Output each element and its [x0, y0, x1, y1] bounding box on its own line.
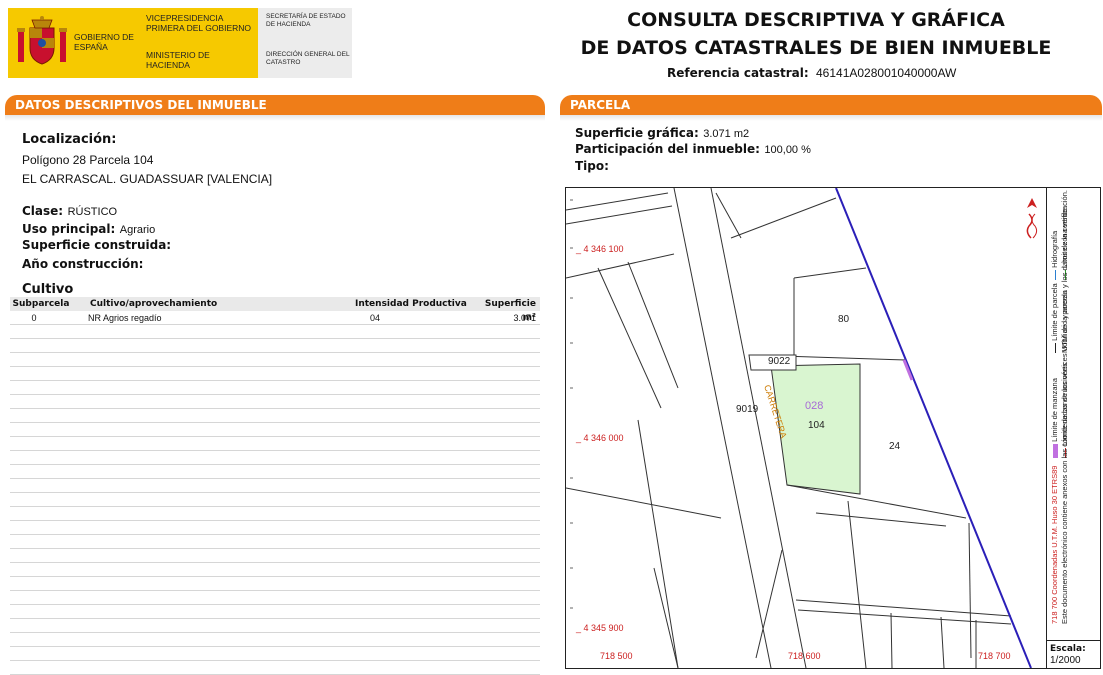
table-empty-row	[10, 437, 540, 451]
ano-construccion-label: Año construcción:	[22, 257, 144, 271]
table-empty-row	[10, 647, 540, 661]
superficie-grafica-value: 3.071 m2	[703, 128, 750, 140]
table-empty-row	[10, 563, 540, 577]
participacion-value: 100,00 %	[764, 144, 811, 156]
table-empty-row	[10, 409, 540, 423]
participacion-field: Participación del inmueble: 100,00 %	[575, 140, 811, 158]
table-header: Subparcela Cultivo/aprovechamiento Inten…	[10, 297, 540, 323]
parcel-label-9022: 9022	[768, 356, 791, 367]
secretaria-label: SECRETARÍA DE ESTADO DE HACIENDA	[266, 13, 346, 28]
localizacion-label: Localización:	[22, 132, 117, 147]
legend-hidrografia: Hidrografía	[1050, 231, 1060, 280]
table-empty-row	[10, 395, 540, 409]
table-empty-row	[10, 521, 540, 535]
table-empty-row	[10, 465, 540, 479]
coord-x-3: 718 700	[978, 651, 1011, 661]
cadastral-map: _ 4 346 100 _ 4 346 000 _ 4 345 900 718 …	[565, 187, 1101, 669]
parcel-label-104: 104	[808, 420, 825, 431]
parcel-label-24: 24	[889, 441, 901, 452]
vicepresidencia-panel: VICEPRESIDENCIA PRIMERA DEL GOBIERNO MIN…	[138, 8, 258, 78]
coat-of-arms-icon	[17, 16, 67, 65]
map-drawing: _ 4 346 100 _ 4 346 000 _ 4 345 900 718 …	[566, 188, 1046, 668]
coord-x-1: 718 500	[600, 651, 633, 661]
table-empty-row	[10, 451, 540, 465]
table-empty-row	[10, 507, 540, 521]
superficie-construida-label: Superficie construida:	[22, 238, 172, 252]
cell-superficie: 3.071	[513, 313, 536, 323]
table-empty-row	[10, 325, 540, 339]
ref-catastral-label: Referencia catastral:	[667, 66, 809, 80]
table-empty-row	[10, 367, 540, 381]
table-row: 0 NR Agrios regadío 04 3.071	[10, 311, 540, 325]
table-empty-row	[10, 577, 540, 591]
gobierno-logo-block: GOBIERNO DE ESPAÑA VICEPRESIDENCIA PRIME…	[8, 8, 352, 78]
title-line-2: DE DATOS CATASTRALES DE BIEN INMUEBLE	[580, 37, 1052, 59]
title-line-1: CONSULTA DESCRIPTIVA Y GRÁFICA	[627, 9, 1005, 31]
coord-y-1: _ 4 346 100	[575, 244, 624, 254]
participacion-label: Participación del inmueble:	[575, 142, 760, 156]
table-empty-row	[10, 339, 540, 353]
parcel-label-80: 80	[838, 314, 850, 325]
legend-divider	[1046, 188, 1047, 668]
legend-parcela: Límite de parcela	[1050, 283, 1060, 353]
uso-field: Uso principal: Agrario	[22, 220, 155, 238]
vicepresidencia-label: VICEPRESIDENCIA PRIMERA DEL GOBIERNO	[146, 13, 252, 33]
localizacion-line-1: Polígono 28 Parcela 104	[22, 153, 154, 167]
cultivo-label: Cultivo	[22, 282, 74, 297]
coord-y-2: _ 4 346 000	[575, 433, 624, 443]
secretaria-panel: SECRETARÍA DE ESTADO DE HACIENDA DIRECCI…	[258, 8, 352, 78]
clase-field: Clase: RÚSTICO	[22, 202, 117, 220]
legend-coordenadas: 718 700 Coordenadas U.T.M. Huso 30 ETRS8…	[1050, 465, 1059, 624]
col-intensidad: Intensidad Productiva	[355, 299, 467, 309]
north-arrow-icon	[1026, 198, 1038, 239]
table-empty-row	[10, 381, 540, 395]
datos-header-shadow	[5, 115, 545, 121]
cultivo-table: Subparcela Cultivo/aprovechamiento Inten…	[10, 297, 540, 675]
col-cultivo: Cultivo/aprovechamiento	[90, 299, 218, 309]
ministerio-label: MINISTERIO DE HACIENDA	[146, 50, 210, 70]
page-title: CONSULTA DESCRIPTIVA Y GRÁFICA DE DATOS …	[560, 6, 1072, 62]
coord-x-2: 718 600	[788, 651, 821, 661]
table-empty-row	[10, 591, 540, 605]
legend-nota: Este documento electrónico contiene anex…	[1060, 190, 1069, 624]
datos-section-title: DATOS DESCRIPTIVOS DEL INMUEBLE	[15, 98, 267, 112]
table-empty-row	[10, 633, 540, 647]
datos-section-header: DATOS DESCRIPTIVOS DEL INMUEBLE	[5, 95, 545, 121]
cell-cultivo: NR Agrios regadío	[88, 313, 162, 323]
table-empty-row	[10, 535, 540, 549]
gobierno-panel: GOBIERNO DE ESPAÑA	[8, 8, 138, 78]
cell-subparcela: 0	[31, 313, 37, 323]
poligono-label: 028	[805, 400, 823, 412]
clase-label: Clase:	[22, 204, 64, 218]
escala-label: Escala:	[1050, 644, 1086, 654]
localizacion-line-2: EL CARRASCAL. GUADASSUAR [VALENCIA]	[22, 172, 273, 186]
table-empty-row	[10, 549, 540, 563]
parcela-section-title: PARCELA	[570, 98, 631, 112]
table-empty-row	[10, 353, 540, 367]
tipo-label: Tipo:	[575, 159, 609, 173]
parcela-section-header: PARCELA	[560, 95, 1102, 121]
direccion-label: DIRECCIÓN GENERAL DEL CATASTRO	[266, 51, 350, 66]
cell-intensidad: 04	[370, 313, 381, 323]
superficie-grafica-label: Superficie gráfica:	[575, 126, 699, 140]
escala-divider	[1046, 640, 1101, 641]
table-empty-row	[10, 661, 540, 675]
gobierno-label: GOBIERNO DE ESPAÑA	[74, 32, 134, 52]
table-empty-row	[10, 479, 540, 493]
legend-manzana: Límite de manzana	[1050, 378, 1060, 458]
col-subparcela: Subparcela	[12, 299, 70, 309]
uso-value: Agrario	[119, 224, 156, 236]
ref-catastral-value: 46141A028001040000AW	[816, 66, 957, 80]
table-empty-row	[10, 493, 540, 507]
parcela-header-shadow	[560, 115, 1102, 121]
table-empty-row	[10, 423, 540, 437]
escala-value: 1/2000	[1050, 655, 1081, 666]
uso-label: Uso principal:	[22, 222, 116, 236]
parcel-label-9019: 9019	[736, 404, 759, 415]
clase-value: RÚSTICO	[67, 206, 118, 218]
table-empty-row	[10, 619, 540, 633]
coord-y-3: _ 4 345 900	[575, 623, 624, 633]
table-empty-row	[10, 605, 540, 619]
